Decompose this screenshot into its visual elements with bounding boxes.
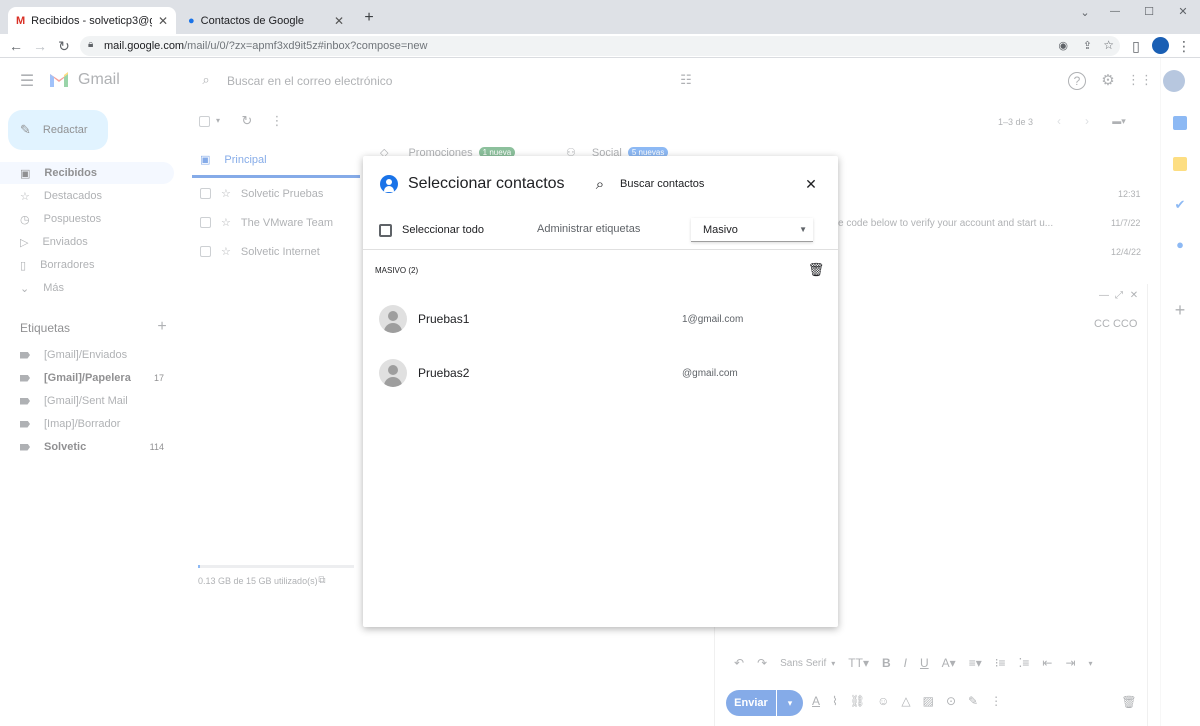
forward-icon[interactable]: → [30, 36, 50, 56]
close-icon[interactable]: ✕ [158, 14, 168, 28]
group-header: MASIVO (2) [375, 266, 419, 275]
avatar [379, 305, 407, 333]
tab-search-icon[interactable]: ⌄ [1076, 5, 1094, 19]
browser-tab-gmail[interactable]: M Recibidos - solveticp3@gmail.co ✕ [8, 7, 176, 34]
select-all-label: Seleccionar todo [402, 224, 484, 236]
label-dropdown-value: Masivo [703, 223, 738, 236]
divider [363, 249, 838, 250]
contacts-icon: ● [188, 14, 195, 27]
contact-email: @gmail.com [682, 367, 738, 379]
browser-tab-contacts[interactable]: ● Contactos de Google ✕ [180, 7, 352, 34]
maximize-button[interactable]: ☐ [1138, 3, 1160, 19]
avatar [379, 359, 407, 387]
address-bar[interactable]: 🔒︎ mail.google.com/mail/u/0/?zx=apmf3xd9… [80, 36, 1120, 56]
window-close-button[interactable]: ✕ [1172, 3, 1194, 19]
bookmark-star-icon[interactable]: ☆ [1103, 38, 1114, 52]
new-tab-button[interactable]: + [360, 9, 378, 27]
list-item[interactable]: Pruebas2 @gmail.com [379, 359, 819, 387]
url-host: mail.google.com [104, 40, 185, 52]
eye-icon[interactable]: ◉ [1058, 39, 1068, 52]
url-path: /mail/u/0/?zx=apmf3xd9it5z#inbox?compose… [184, 40, 428, 52]
profile-avatar[interactable] [1152, 37, 1169, 54]
account-circle-icon [380, 175, 398, 193]
search-icon[interactable]: ⌕ [592, 176, 608, 193]
browser-menu-icon[interactable]: ⋮ [1174, 36, 1194, 56]
sidepanel-icon[interactable]: ▯ [1126, 36, 1146, 56]
gmail-icon: M [16, 14, 26, 27]
chevron-down-icon: ▼ [799, 225, 807, 234]
list-item[interactable]: Pruebas1 1@gmail.com [379, 305, 819, 333]
reload-icon[interactable]: ↻ [54, 36, 74, 56]
manage-labels-link[interactable]: Administrar etiquetas [537, 223, 640, 235]
back-icon[interactable]: ← [6, 36, 26, 56]
contact-email: 1@gmail.com [682, 313, 744, 325]
browser-toolbar: ← → ↻ 🔒︎ mail.google.com/mail/u/0/?zx=ap… [0, 34, 1200, 58]
share-icon[interactable]: ⇪ [1083, 39, 1092, 52]
contact-name: Pruebas1 [418, 312, 470, 326]
tab-title: Recibidos - solveticp3@gmail.co [31, 14, 152, 27]
label-dropdown[interactable]: Masivo ▼ [691, 218, 813, 242]
contacts-search-input[interactable]: Buscar contactos [620, 178, 704, 190]
select-all-checkbox[interactable] [379, 224, 392, 237]
dialog-title: Seleccionar contactos [408, 175, 565, 192]
contact-name: Pruebas2 [418, 366, 470, 380]
minimize-button[interactable]: — [1104, 3, 1126, 19]
close-icon[interactable]: ✕ [334, 14, 344, 28]
browser-tab-bar: M Recibidos - solveticp3@gmail.co ✕ ● Co… [0, 0, 1200, 34]
select-contacts-dialog: Seleccionar contactos ⌕ Buscar contactos… [363, 156, 838, 627]
tab-title: Contactos de Google [200, 14, 305, 27]
delete-group-icon[interactable]: 🗑︎ [808, 262, 825, 278]
lock-icon: 🔒︎ [88, 39, 94, 50]
close-icon[interactable]: ✕ [803, 176, 819, 192]
